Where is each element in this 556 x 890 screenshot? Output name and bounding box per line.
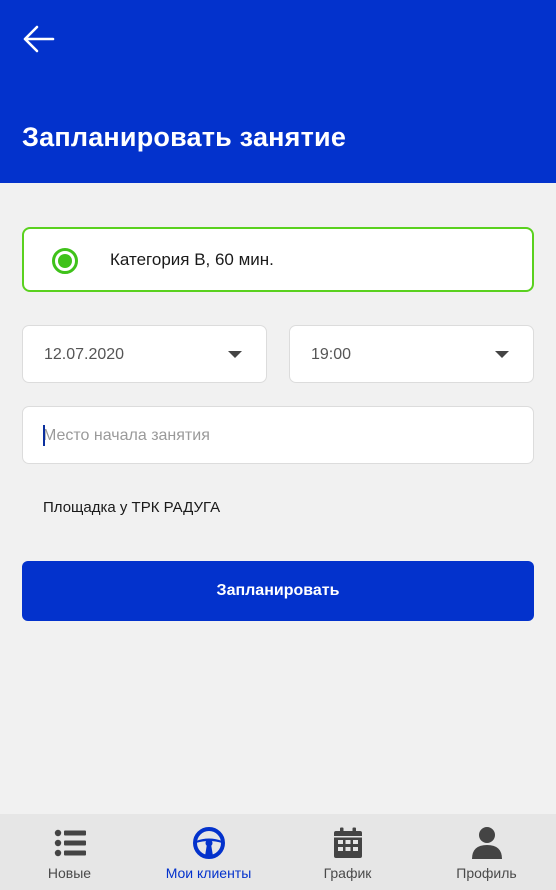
start-place-input[interactable] <box>43 425 503 447</box>
start-place-field[interactable] <box>22 406 534 464</box>
nav-item-profile[interactable]: Профиль <box>417 814 556 890</box>
arrow-left-icon <box>23 25 55 53</box>
nav-label: График <box>323 865 372 881</box>
list-icon <box>53 826 87 860</box>
nav-label: Профиль <box>456 865 517 881</box>
bottom-navigation: Новые Мои клиенты График Профиль <box>0 814 556 890</box>
schedule-button[interactable]: Запланировать <box>22 561 534 621</box>
caret-down-icon <box>228 351 242 358</box>
page-title: Запланировать занятие <box>22 122 347 152</box>
nav-label: Мои клиенты <box>165 865 252 881</box>
nav-label: Новые <box>47 865 92 881</box>
nav-item-new[interactable]: Новые <box>0 814 139 890</box>
date-value: 12.07.2020 <box>44 346 125 363</box>
category-label: Категория B, 60 мин. <box>110 250 274 269</box>
date-select[interactable]: 12.07.2020 <box>22 325 267 383</box>
time-value: 19:00 <box>311 346 352 363</box>
person-icon <box>470 826 504 860</box>
radio-selected-icon[interactable] <box>52 248 78 274</box>
steering-wheel-icon <box>192 826 226 860</box>
radio-dot <box>58 254 72 268</box>
place-suggestion[interactable]: Площадка у ТРК РАДУГА <box>43 499 220 516</box>
nav-item-schedule[interactable]: График <box>278 814 417 890</box>
nav-item-my-clients[interactable]: Мои клиенты <box>139 814 278 890</box>
calendar-icon <box>331 826 365 860</box>
back-button[interactable] <box>18 20 58 58</box>
caret-down-icon <box>495 351 509 358</box>
text-cursor <box>43 425 45 446</box>
app-header: Запланировать занятие <box>0 0 556 183</box>
category-option[interactable]: Категория B, 60 мин. <box>22 227 534 292</box>
time-select[interactable]: 19:00 <box>289 325 534 383</box>
